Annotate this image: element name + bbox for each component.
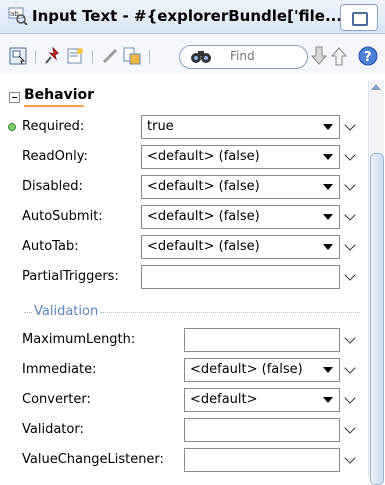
- select-component-icon[interactable]: [9, 47, 27, 65]
- property-row-partialtriggers: PartialTriggers:: [0, 263, 367, 293]
- toolbar-separator: [92, 50, 93, 64]
- property-label: AutoSubmit:: [22, 209, 103, 224]
- vertical-scrollbar[interactable]: [368, 80, 384, 485]
- property-inspector: Behavior Required: true ReadOnly: <defau…: [0, 80, 367, 477]
- toolbar-separator: [35, 50, 36, 64]
- valuechangelistener-input[interactable]: [184, 448, 340, 472]
- binoculars-icon: [191, 51, 211, 63]
- select-value: <default> (false): [147, 209, 260, 224]
- chevron-down-icon[interactable]: [344, 452, 356, 464]
- dropdown-arrow-icon[interactable]: [323, 124, 333, 130]
- validation-group-header: Validation: [24, 304, 364, 320]
- property-label: Disabled:: [22, 179, 83, 194]
- dropdown-arrow-icon[interactable]: [323, 154, 333, 160]
- scrollbar-thumb[interactable]: [370, 153, 384, 485]
- property-label: AutoTab:: [22, 239, 79, 254]
- pencil-icon[interactable]: [101, 47, 119, 65]
- validator-input[interactable]: [184, 418, 340, 442]
- property-label: Validator:: [22, 422, 84, 437]
- property-row-disabled: Disabled: <default> (false): [0, 173, 367, 203]
- chevron-down-icon[interactable]: [344, 269, 356, 281]
- select-value: <default>: [190, 392, 258, 407]
- minimize-icon: [352, 12, 368, 26]
- scroll-up-icon[interactable]: [371, 84, 381, 90]
- dropdown-arrow-icon[interactable]: [323, 244, 333, 250]
- converter-select[interactable]: <default>: [184, 388, 340, 412]
- property-label: Immediate:: [22, 362, 97, 377]
- property-row-readonly: ReadOnly: <default> (false): [0, 143, 367, 173]
- select-value: <default> (false): [190, 362, 303, 377]
- immediate-select[interactable]: <default> (false): [184, 358, 340, 382]
- chevron-down-icon[interactable]: [344, 332, 356, 344]
- chevron-down-icon[interactable]: [344, 239, 356, 251]
- property-row-immediate: Immediate: <default> (false): [0, 356, 367, 386]
- dropdown-arrow-icon[interactable]: [323, 214, 333, 220]
- property-label: ReadOnly:: [22, 149, 88, 164]
- window-title: Input Text - #{explorerBundle['file...: [32, 7, 343, 25]
- chevron-down-icon[interactable]: [344, 179, 356, 191]
- arrow-down-icon[interactable]: [310, 46, 328, 66]
- minimize-button[interactable]: [340, 4, 378, 31]
- autosubmit-select[interactable]: <default> (false): [141, 205, 340, 229]
- find-input[interactable]: [230, 48, 280, 64]
- dropdown-arrow-icon[interactable]: [323, 397, 333, 403]
- property-row-autosubmit: AutoSubmit: <default> (false): [0, 203, 367, 233]
- select-value: <default> (false): [147, 149, 260, 164]
- property-label: ValueChangeListener:: [22, 452, 164, 467]
- chevron-down-icon[interactable]: [344, 422, 356, 434]
- readonly-select[interactable]: <default> (false): [141, 145, 340, 169]
- pin-icon[interactable]: [44, 47, 62, 65]
- svg-text:?: ?: [364, 50, 372, 65]
- toolbar: ?: [0, 34, 385, 74]
- maximumlength-input[interactable]: [184, 328, 340, 352]
- group-title: Validation: [34, 304, 99, 319]
- group-divider: [24, 312, 32, 313]
- section-title: Behavior: [24, 87, 95, 103]
- window-title-bar: ab Input Text - #{explorerBundle['file..…: [0, 0, 385, 34]
- select-value: <default> (false): [147, 239, 260, 254]
- select-value: true: [147, 119, 174, 134]
- arrow-up-icon[interactable]: [330, 46, 348, 66]
- disabled-select[interactable]: <default> (false): [141, 175, 340, 199]
- property-row-validator: Validator:: [0, 416, 367, 446]
- property-label: Required:: [22, 119, 85, 134]
- input-text-component-icon: ab: [8, 7, 28, 25]
- property-row-autotab: AutoTab: <default> (false): [0, 233, 367, 263]
- required-indicator-icon: [8, 123, 16, 131]
- chevron-down-icon[interactable]: [344, 209, 356, 221]
- select-value: <default> (false): [147, 179, 260, 194]
- edit-properties-icon[interactable]: [66, 47, 84, 65]
- dropdown-arrow-icon[interactable]: [323, 184, 333, 190]
- collapse-icon[interactable]: [9, 92, 20, 103]
- data-binding-icon[interactable]: [123, 47, 141, 65]
- property-label: Converter:: [22, 392, 91, 407]
- property-row-converter: Converter: <default>: [0, 386, 367, 416]
- required-select[interactable]: true: [141, 115, 340, 139]
- property-label: MaximumLength:: [22, 332, 136, 347]
- property-label: PartialTriggers:: [22, 269, 119, 284]
- property-row-required: Required: true: [0, 113, 367, 143]
- autotab-select[interactable]: <default> (false): [141, 235, 340, 259]
- chevron-down-icon[interactable]: [344, 392, 356, 404]
- toolbar-separator: [149, 50, 150, 64]
- property-row-valuechangelistener: ValueChangeListener:: [0, 446, 367, 476]
- group-divider: [100, 312, 360, 313]
- find-field[interactable]: [179, 45, 308, 69]
- property-row-maximumlength: MaximumLength:: [0, 326, 367, 356]
- chevron-down-icon[interactable]: [344, 149, 356, 161]
- section-underline: [24, 105, 84, 107]
- chevron-down-icon[interactable]: [344, 362, 356, 374]
- dropdown-arrow-icon[interactable]: [323, 367, 333, 373]
- chevron-down-icon[interactable]: [344, 119, 356, 131]
- partialtriggers-input[interactable]: [141, 265, 340, 289]
- help-icon[interactable]: ?: [358, 46, 378, 66]
